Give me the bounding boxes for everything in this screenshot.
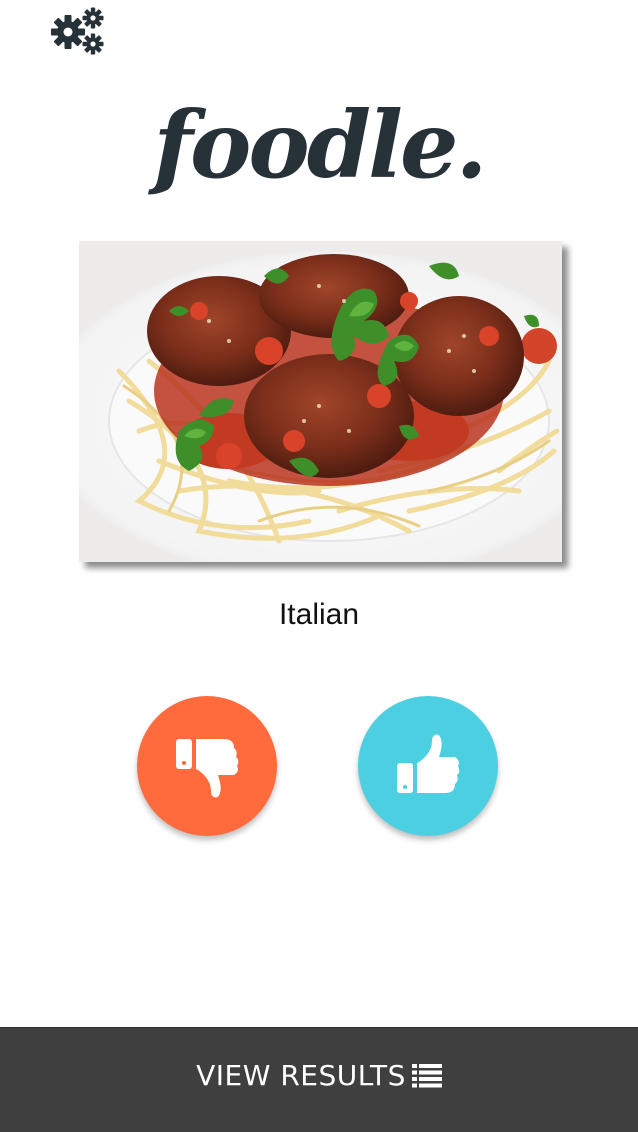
thumbs-down-icon <box>176 739 239 798</box>
food-photo <box>79 241 562 562</box>
like-button[interactable] <box>358 696 498 836</box>
settings-button[interactable] <box>48 4 108 56</box>
view-results-button[interactable]: VIEW RESULTS <box>0 1027 638 1132</box>
cuisine-label: Italian <box>278 598 360 631</box>
dislike-button[interactable] <box>137 696 277 836</box>
gears-icon <box>51 7 104 55</box>
thumbs-up-icon <box>397 734 460 793</box>
app-logo: foodle. <box>0 70 638 220</box>
foodle-screen: foodle. Italian VIEW RESULTS <box>0 0 638 1132</box>
list-icon <box>411 1063 442 1087</box>
view-results-label: VIEW RESULTS <box>196 1059 406 1092</box>
spaghetti-meatballs-image <box>79 241 562 562</box>
logo-text: foodle. <box>153 91 487 199</box>
